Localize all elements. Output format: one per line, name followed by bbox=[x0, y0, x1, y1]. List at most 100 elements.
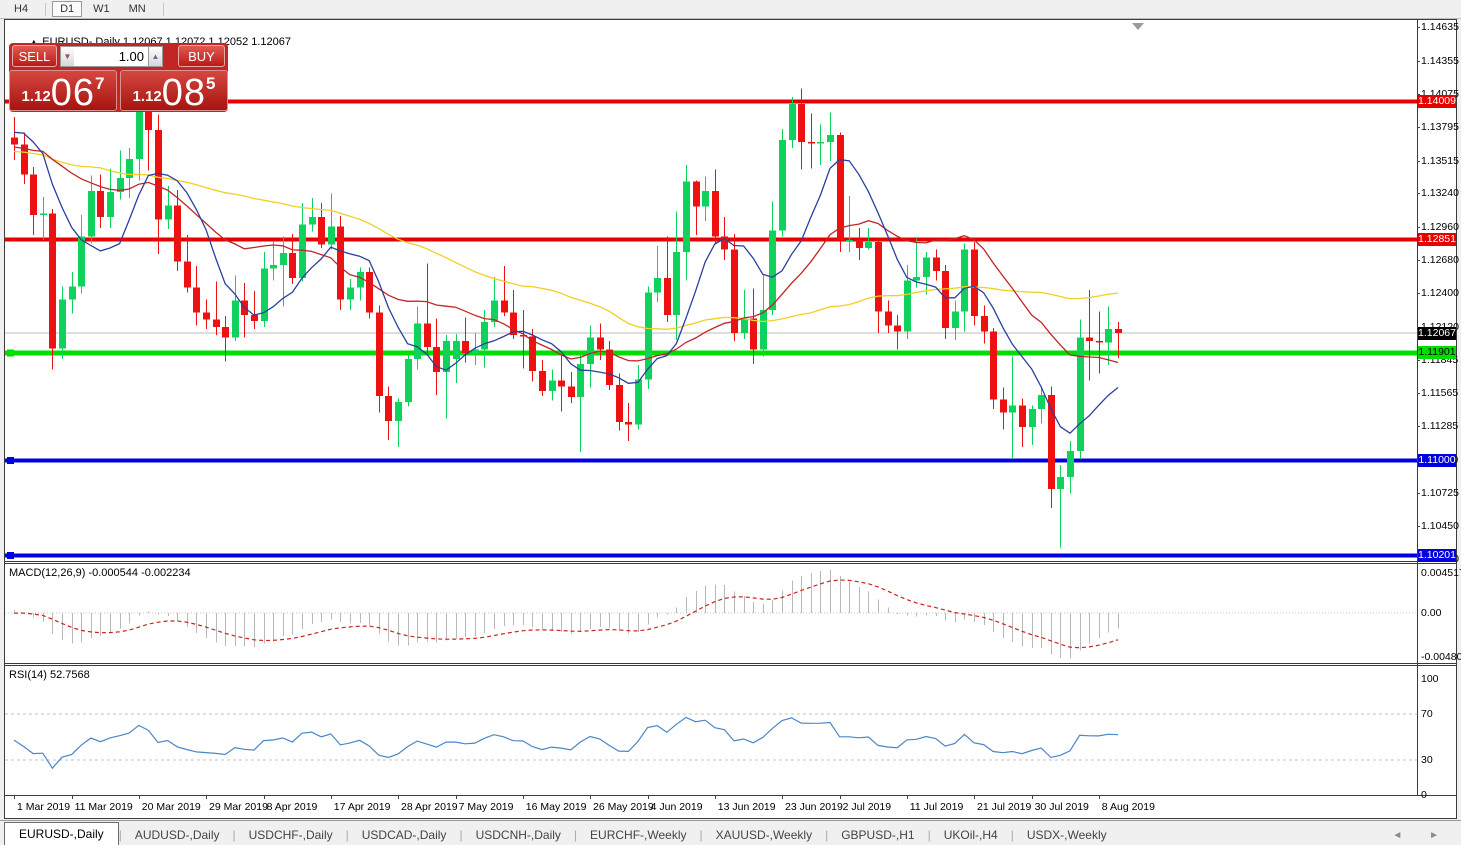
chart-tab-1[interactable]: EURUSD-,Daily bbox=[4, 822, 119, 845]
date-axis: 1 Mar 2019 11 Mar 2019 20 Mar 2019 29 Mar 2… bbox=[5, 796, 1456, 818]
buy-price-base: 1.12 bbox=[132, 88, 162, 105]
one-click-trading-panel: SELL ▼ ▲ BUY 1.12 06 7 1.12 08 5 bbox=[9, 43, 228, 112]
date-axis-tick bbox=[71, 796, 73, 799]
timeframe-button-w1[interactable]: W1 bbox=[85, 1, 118, 17]
price-axis-tag: 1.12067 bbox=[1418, 326, 1456, 340]
timeframe-button-d1[interactable]: D1 bbox=[52, 1, 83, 17]
chart-tab-6[interactable]: EURCHF-,Weekly bbox=[577, 825, 699, 845]
timeframe-toolbar: H4 D1 W1 MN bbox=[0, 0, 1461, 19]
line-drag-handle[interactable] bbox=[7, 552, 14, 560]
date-axis-tick bbox=[138, 796, 140, 799]
date-axis-label: 13 Jun 2019 bbox=[717, 801, 776, 813]
price-axis-tick bbox=[1417, 27, 1420, 29]
date-axis-tick bbox=[839, 796, 841, 799]
buy-price-point: 5 bbox=[206, 74, 216, 93]
rsi-indicator-chart[interactable] bbox=[5, 667, 1417, 795]
price-axis-label: 1.11285 bbox=[1421, 420, 1459, 433]
date-axis-tick bbox=[398, 796, 399, 799]
date-axis-label: 7 May 2019 bbox=[458, 801, 514, 813]
price-axis-tag: 1.11000 bbox=[1418, 453, 1456, 467]
toolbar-separator bbox=[45, 2, 47, 16]
panel-separator[interactable] bbox=[5, 561, 1456, 562]
date-axis-tick bbox=[590, 796, 591, 799]
chart-tab-2[interactable]: AUDUSD-,Daily bbox=[122, 825, 233, 845]
price-axis-tick bbox=[1417, 493, 1420, 495]
rsi-label: RSI(14) 52.7568 bbox=[9, 669, 90, 681]
date-axis-tick bbox=[974, 796, 975, 799]
mt4-terminal: H4 D1 W1 MN ▲ EURUSD-,Daily 1.12067 1.12072 1.1… bbox=[0, 0, 1461, 845]
date-axis-tick bbox=[1031, 796, 1033, 799]
buy-button[interactable]: BUY bbox=[178, 45, 225, 67]
timeframe-button-h4[interactable]: H4 bbox=[6, 1, 36, 17]
date-axis-tick bbox=[906, 796, 908, 799]
price-axis-label: 1.13240 bbox=[1421, 187, 1459, 200]
panel-separator[interactable] bbox=[5, 663, 1456, 664]
timeframe-button-mn[interactable]: MN bbox=[121, 1, 154, 17]
panel-separator[interactable] bbox=[5, 795, 1456, 796]
chart-tab-9[interactable]: UKOil-,H4 bbox=[931, 825, 1011, 845]
price-axis-label: 1.14635 bbox=[1421, 21, 1459, 34]
price-axis-label: 1.12960 bbox=[1421, 220, 1459, 233]
chart-shift-marker[interactable] bbox=[1132, 23, 1144, 30]
panel-separator[interactable] bbox=[5, 665, 1456, 666]
date-axis-tick bbox=[522, 796, 524, 799]
volume-input[interactable] bbox=[74, 46, 149, 67]
price-axis-tick bbox=[1417, 260, 1420, 262]
chart-tab-7[interactable]: XAUUSD-,Weekly bbox=[703, 825, 825, 845]
rsi-axis-label: 100 bbox=[1421, 673, 1439, 685]
date-axis-tick bbox=[1098, 796, 1100, 799]
date-axis-tick bbox=[206, 796, 207, 799]
chart-tab-strip: EURUSD-,Daily | AUDUSD-,Daily | USDCHF-,Dail… bbox=[0, 820, 1461, 845]
chart-tab-8[interactable]: GBPUSD-,H1 bbox=[828, 825, 927, 845]
macd-indicator-chart[interactable] bbox=[5, 565, 1417, 663]
date-axis-label: 8 Apr 2019 bbox=[266, 801, 318, 813]
volume-decrease-button[interactable]: ▼ bbox=[60, 46, 75, 67]
date-axis-label: 23 Jun 2019 bbox=[785, 801, 843, 813]
date-axis-label: 11 Mar 2019 bbox=[74, 801, 133, 813]
line-drag-handle[interactable] bbox=[7, 349, 14, 357]
macd-axis-label: -0.004806 bbox=[1421, 651, 1461, 663]
price-axis-tag: 1.14009 bbox=[1418, 95, 1456, 109]
volume-increase-button[interactable]: ▲ bbox=[148, 46, 163, 67]
price-axis-tick bbox=[1417, 60, 1420, 62]
price-axis-label: 1.14355 bbox=[1421, 54, 1459, 67]
tab-scroll-arrows[interactable]: ◄ ► bbox=[1392, 830, 1451, 845]
buy-price-display[interactable]: 1.12 08 5 bbox=[120, 70, 228, 114]
rsi-axis-label: 0 bbox=[1421, 789, 1427, 801]
sell-price-point: 7 bbox=[95, 74, 105, 93]
sell-price-pips: 06 bbox=[50, 72, 95, 114]
rsi-axis-label: 70 bbox=[1421, 707, 1433, 720]
buy-price-pips: 08 bbox=[161, 72, 206, 114]
date-axis-label: 17 Apr 2019 bbox=[333, 801, 391, 813]
date-axis-tick bbox=[330, 796, 332, 799]
price-axis-label: 1.12680 bbox=[1421, 254, 1459, 267]
date-axis-label: 26 May 2019 bbox=[593, 801, 654, 813]
sell-price-display[interactable]: 1.12 06 7 bbox=[9, 70, 117, 114]
chart-tab-4[interactable]: USDCAD-,Daily bbox=[349, 825, 460, 845]
date-axis-label: 28 Apr 2019 bbox=[401, 801, 458, 813]
date-axis-label: 8 Aug 2019 bbox=[1101, 801, 1155, 813]
line-drag-handle[interactable] bbox=[7, 456, 14, 464]
price-axis-label: 1.12400 bbox=[1421, 287, 1459, 300]
chart-tab-3[interactable]: USDCHF-,Daily bbox=[236, 825, 346, 845]
indicator-line bbox=[13, 131, 1119, 435]
price-axis-label: 1.10450 bbox=[1421, 519, 1459, 532]
toolbar-separator bbox=[162, 2, 164, 16]
sell-button[interactable]: SELL bbox=[12, 45, 57, 67]
price-axis-tag: 1.10201 bbox=[1418, 549, 1456, 563]
macd-axis-label: 0.004517 bbox=[1421, 567, 1461, 579]
price-axis-tick bbox=[1417, 127, 1420, 129]
date-axis-tick bbox=[14, 796, 15, 799]
date-axis-label: 2 Jul 2019 bbox=[842, 801, 892, 813]
price-axis-tick bbox=[1417, 426, 1420, 428]
chart-tab-10[interactable]: USDX-,Weekly bbox=[1014, 825, 1120, 845]
price-axis-tag: 1.11901 bbox=[1418, 346, 1456, 360]
chart-window: ▲ EURUSD-,Daily 1.12067 1.12072 1.12052 1.120… bbox=[4, 19, 1461, 819]
price-axis-label: 1.10725 bbox=[1421, 487, 1459, 500]
panel-separator[interactable] bbox=[5, 563, 1456, 564]
chart-tab-5[interactable]: USDCNH-,Daily bbox=[463, 825, 574, 845]
price-axis-tick bbox=[1417, 525, 1420, 527]
date-axis-label: 11 Jul 2019 bbox=[909, 801, 964, 813]
date-axis-tick bbox=[647, 796, 649, 799]
price-axis-tick bbox=[1417, 160, 1420, 162]
